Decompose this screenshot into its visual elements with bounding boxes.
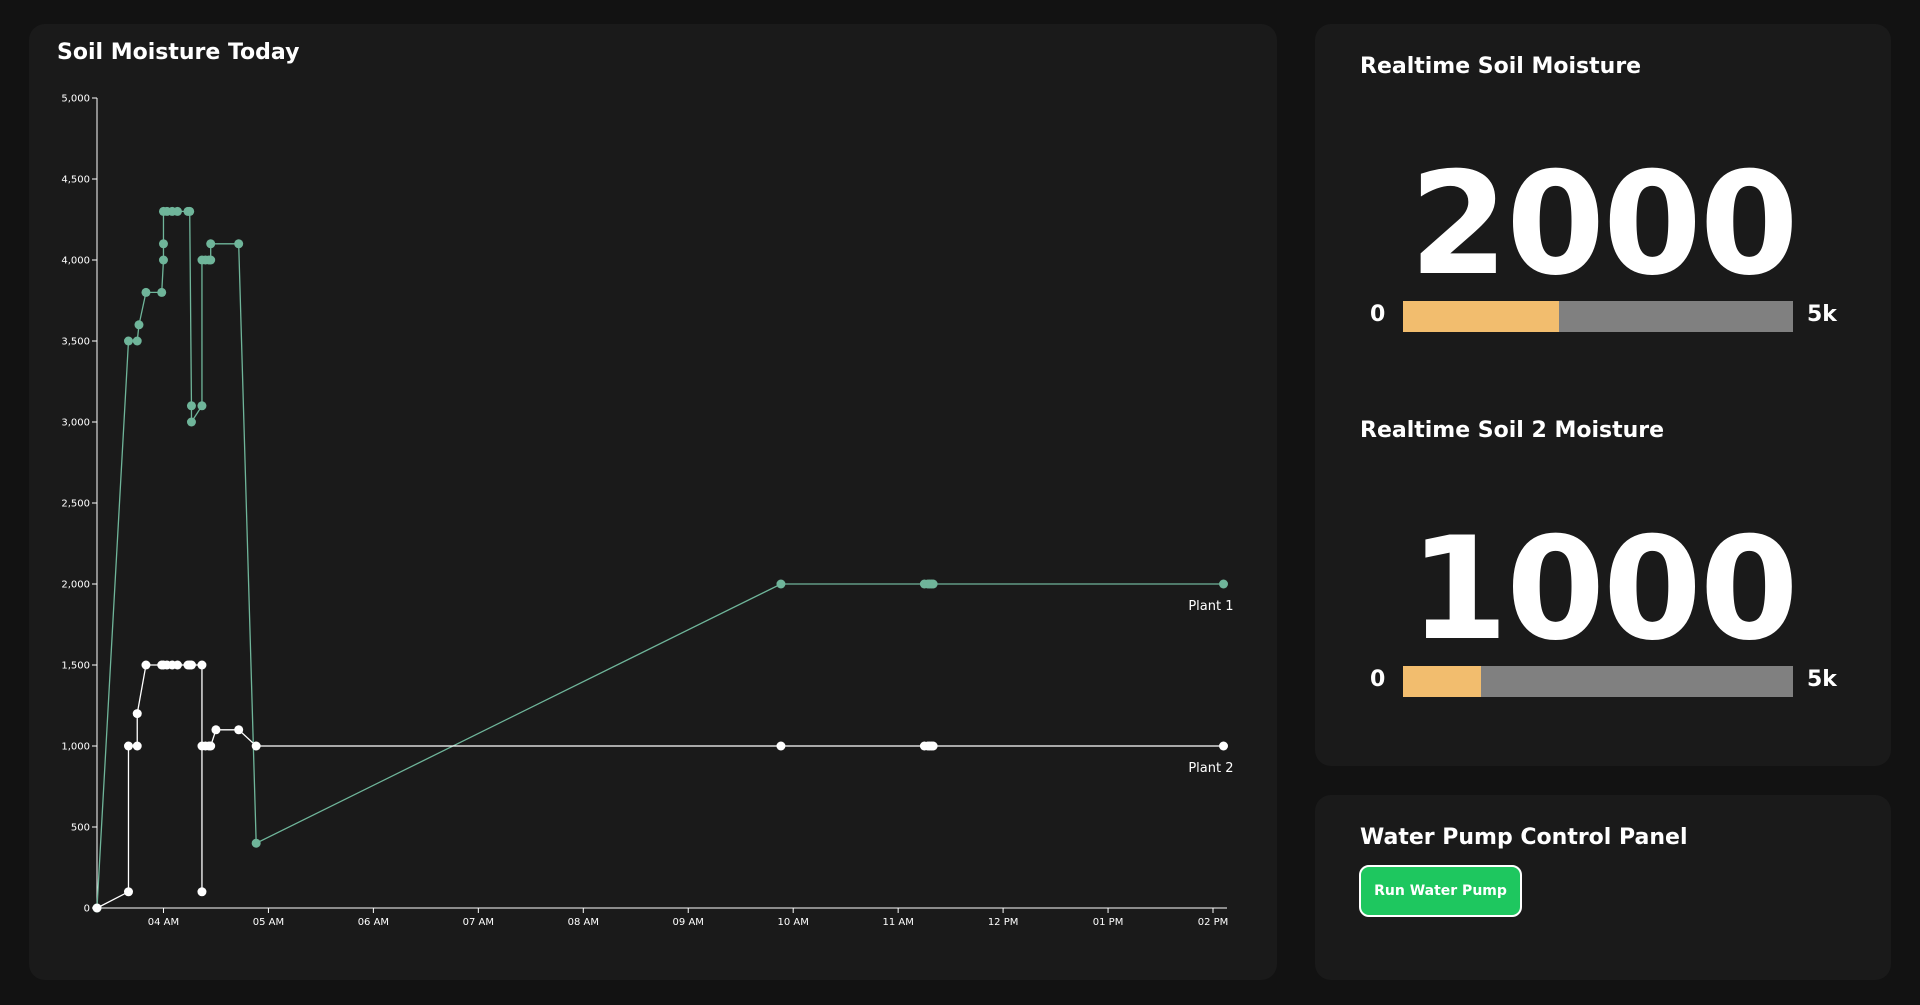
series-2-point	[776, 741, 786, 751]
x-tick-label: 05 AM	[253, 917, 284, 928]
series-2-point	[132, 709, 142, 719]
x-tick-label: 09 AM	[673, 917, 704, 928]
series-1-point	[206, 239, 216, 249]
x-tick-label: 02 PM	[1198, 917, 1229, 928]
series-1-point	[158, 255, 168, 265]
series-2-point	[123, 741, 133, 751]
y-tick-label: 0	[84, 904, 90, 915]
soil2-min-label: 0	[1370, 667, 1386, 692]
x-tick-label: 04 AM	[148, 917, 179, 928]
soil1-title: Realtime Soil Moisture	[1360, 54, 1642, 79]
series-1-point	[141, 287, 151, 297]
y-tick-label: 4,500	[61, 175, 90, 186]
series-1-point	[776, 579, 786, 589]
x-tick-label: 07 AM	[463, 917, 494, 928]
series-2-point	[234, 725, 244, 735]
series-1-point	[132, 336, 142, 346]
series-1-point	[234, 239, 244, 249]
x-tick-label: 11 AM	[882, 917, 913, 928]
soil2-title: Realtime Soil 2 Moisture	[1360, 418, 1665, 443]
run-water-pump-button[interactable]: Run Water Pump	[1359, 865, 1522, 917]
series-2-point	[132, 741, 142, 751]
soil2-value: 1000	[1409, 507, 1798, 672]
soil-moisture-line-chart: 0 500 1,000 1,500 2,000 2,500 3,000 3,500 4,000 4…	[61, 94, 1233, 929]
series-2-point	[206, 741, 216, 751]
series-1-point	[197, 401, 207, 411]
pump-panel-title: Water Pump Control Panel	[1360, 825, 1688, 850]
x-tick-label: 06 AM	[358, 917, 389, 928]
x-tick-label: 01 PM	[1093, 917, 1124, 928]
series-2-point	[141, 660, 151, 670]
series-2-point	[172, 660, 182, 670]
series-1-point	[186, 417, 196, 427]
series-2-point	[197, 887, 207, 897]
water-pump-control-card: Water Pump Control Panel Run Water Pump	[1315, 795, 1891, 980]
soil1-progress-bar	[1403, 301, 1793, 332]
series-1-point	[1219, 579, 1229, 589]
y-tick-label: 2,500	[61, 499, 90, 510]
y-tick-label: 1,500	[61, 661, 90, 672]
series-1-point	[185, 206, 195, 216]
y-tick-label: 500	[71, 823, 90, 834]
series-1-point	[123, 336, 133, 346]
soil1-progress-fill	[1403, 301, 1559, 332]
series-2-point	[186, 660, 196, 670]
x-tick-label: 08 AM	[568, 917, 599, 928]
series-label-1: Plant 1	[1188, 599, 1233, 614]
soil2-max-label: 5k	[1807, 667, 1837, 692]
y-tick-label: 3,000	[61, 418, 90, 429]
soil1-max-label: 5k	[1807, 302, 1837, 327]
y-tick-label: 4,000	[61, 256, 90, 267]
soil1-min-label: 0	[1370, 302, 1386, 327]
soil2-progress-bar	[1403, 666, 1793, 697]
x-tick-label: 10 AM	[778, 917, 809, 928]
series-1-point	[134, 320, 144, 330]
series-label-2: Plant 2	[1188, 761, 1233, 776]
series-1-point	[157, 287, 167, 297]
soil1-value: 2000	[1409, 142, 1798, 307]
series-2-point	[251, 741, 261, 751]
y-tick-label: 3,500	[61, 337, 90, 348]
realtime-moisture-card: Realtime Soil Moisture 2000 0 5k Realtim…	[1315, 24, 1891, 766]
series-line-2	[96, 664, 1224, 909]
series-2-point	[92, 903, 102, 913]
series-1-point	[251, 838, 261, 848]
soil2-progress-fill	[1403, 666, 1481, 697]
x-tick-label: 12 PM	[988, 917, 1019, 928]
series-1-point	[186, 401, 196, 411]
series-2-point	[197, 660, 207, 670]
series-1-point	[206, 255, 216, 265]
series-2-point	[1219, 741, 1229, 751]
soil-moisture-chart-card: Soil Moisture Today 0 500 1,000 1,500 2,000 2…	[29, 24, 1277, 980]
series-2-point	[123, 887, 133, 897]
series-1-point	[158, 239, 168, 249]
y-tick-label: 5,000	[61, 94, 90, 105]
series-2-point	[211, 725, 221, 735]
series-2-point	[928, 741, 938, 751]
series-line-1	[96, 210, 1224, 909]
y-tick-label: 2,000	[61, 580, 90, 591]
series-1-point	[172, 206, 182, 216]
y-tick-label: 1,000	[61, 742, 90, 753]
series-1-point	[928, 579, 938, 589]
